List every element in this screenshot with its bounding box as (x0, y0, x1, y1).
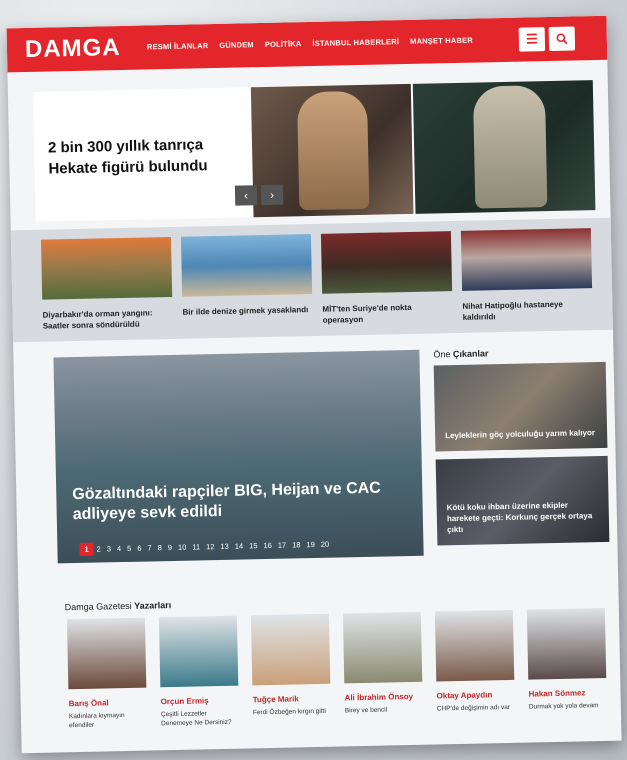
page-number[interactable]: 16 (260, 541, 275, 550)
page-number[interactable]: 10 (175, 543, 190, 552)
section-title-writers: Damga Gazetesi Yazarları (64, 600, 172, 613)
writer-name: Barış Önal (68, 698, 109, 709)
avatar (434, 609, 515, 682)
news-card[interactable]: Diyarbakır'da orman yangını: Saatler son… (40, 236, 173, 332)
slider-pagination: 1 2 3 4 5 6 7 8 9 10 11 12 13 14 15 16 17 18 19 20 (79, 538, 332, 556)
avatar (526, 607, 607, 680)
news-thumbnail (180, 234, 313, 297)
avatar (158, 615, 239, 688)
writer-name: Tuğçe Marik (252, 694, 299, 705)
menu-item-resmi-ilanlar[interactable]: RESMİ İLANLAR (147, 41, 209, 51)
page-number[interactable]: 2 (94, 544, 104, 554)
hamburger-icon: ☰ (525, 31, 538, 47)
section-title-one-cikanlar: Öne Çıkanlar (433, 348, 489, 360)
page-number[interactable]: 17 (275, 541, 290, 550)
news-card[interactable]: Nihat Hatipoğlu hastaneye kaldırıldı (460, 228, 593, 323)
page-number[interactable]: 1 (79, 542, 94, 556)
news-card-title: Nihat Hatipoğlu hastaneye kaldırıldı (462, 299, 563, 322)
prev-slide-button[interactable]: ‹ (234, 185, 258, 206)
next-slide-button[interactable]: › (260, 184, 284, 206)
page-number[interactable]: 3 (104, 544, 114, 553)
site-logo[interactable]: DAMGA (25, 34, 121, 64)
page-number[interactable]: 20 (318, 540, 333, 549)
page-number[interactable]: 7 (144, 543, 154, 552)
chevron-right-icon: › (269, 187, 275, 202)
writer-card[interactable]: Tuğçe Marik Ferdi Özbeğen kırgın gitti (250, 613, 331, 718)
writer-card[interactable]: Oktay Apaydın CHP'de değişimin adı var (434, 609, 515, 714)
news-card[interactable]: MİT'ten Suriye'de nokta operasyon (320, 231, 453, 326)
news-thumbnail (40, 236, 173, 300)
menu-item-istanbul[interactable]: İSTANBUL HABERLERİ (312, 37, 399, 48)
hero-headline[interactable]: 2 bin 300 yıllık tanrıça Hekate figürü b… (48, 134, 239, 180)
search-button[interactable] (548, 26, 576, 52)
news-thumbnail (320, 231, 453, 294)
search-icon (556, 33, 568, 45)
news-thumbnail (460, 228, 593, 291)
page-number[interactable]: 19 (303, 540, 318, 549)
writer-name: Orçun Ermiş (160, 696, 209, 707)
writer-article: CHP'de değişimin adı var (436, 703, 511, 713)
statue-figure (472, 85, 548, 209)
page-number[interactable]: 4 (114, 544, 124, 553)
menu-button[interactable]: ☰ (518, 27, 546, 52)
hero-image-right[interactable] (412, 80, 596, 214)
page-number[interactable]: 13 (217, 542, 232, 551)
avatar (342, 611, 423, 684)
avatar (250, 613, 331, 686)
main-headline-slider[interactable]: Gözaltındaki rapçiler BIG, Heijan ve CAC… (53, 349, 424, 564)
page-printout: DAMGA RESMİ İLANLAR GÜNDEM POLİTİKA İSTA… (6, 15, 622, 754)
writer-card[interactable]: Hakan Sönmez Durmak yok yola devam (526, 607, 607, 712)
page-number[interactable]: 6 (134, 544, 144, 553)
featured-item-title: Kötü koku ihbarı üzerine ekipler hareket… (446, 500, 593, 535)
main-menu: RESMİ İLANLAR GÜNDEM POLİTİKA İSTANBUL H… (147, 36, 473, 52)
page-number[interactable]: 15 (246, 541, 261, 550)
writer-article: Birey ve bencil (344, 706, 388, 715)
main-headline[interactable]: Gözaltındaki rapçiler BIG, Heijan ve CAC… (72, 478, 393, 525)
writer-card[interactable]: Ali İbrahim Önsoy Birey ve bencil (342, 611, 423, 716)
news-card-title: Diyarbakır'da orman yangını: Saatler son… (42, 308, 153, 331)
writer-card[interactable]: Orçun Ermiş Çeşitli Lezzetler Denemeye Ne… (158, 615, 239, 729)
page-number[interactable]: 14 (232, 541, 247, 551)
writer-article: Durmak yok yola devam (528, 702, 599, 711)
writer-card[interactable]: Barış Önal Kadınlara kıymayın efendiler (66, 617, 147, 731)
menu-item-gundem[interactable]: GÜNDEM (219, 40, 254, 50)
news-card-title: MİT'ten Suriye'de nokta operasyon (322, 302, 412, 325)
featured-item-title: Leyleklerin göç yolculuğu yarım kalıyor (445, 428, 596, 441)
page-number[interactable]: 18 (289, 540, 304, 549)
page-number[interactable]: 12 (203, 542, 218, 551)
writer-article: Kadınlara kıymayın efendiler (68, 712, 125, 730)
featured-item[interactable]: Kötü koku ihbarı üzerine ekipler hareket… (435, 455, 610, 546)
news-card[interactable]: Bir ilde denize girmek yasaklandı (180, 234, 313, 318)
menu-item-manset[interactable]: MANŞET HABER (410, 36, 473, 46)
writer-article: Ferdi Özbeğen kırgın gitti (252, 707, 326, 717)
page-number[interactable]: 8 (155, 543, 165, 552)
writer-article: Çeşitli Lezzetler Denemeye Ne Dersiniz? (160, 710, 232, 728)
chevron-left-icon: ‹ (243, 188, 249, 203)
page-number[interactable]: 9 (165, 543, 175, 552)
writer-name: Ali İbrahim Önsoy (344, 691, 414, 703)
page-number[interactable]: 11 (189, 542, 203, 551)
menu-item-politika[interactable]: POLİTİKA (265, 39, 302, 49)
writer-name: Hakan Sönmez (528, 688, 586, 699)
writer-name: Oktay Apaydın (436, 690, 493, 701)
avatar (66, 617, 147, 690)
featured-item[interactable]: Leyleklerin göç yolculuğu yarım kalıyor (433, 361, 608, 452)
statue-figure (296, 90, 370, 211)
page-number[interactable]: 5 (124, 544, 134, 553)
hero-slider[interactable]: 2 bin 300 yıllık tanrıça Hekate figürü b… (32, 80, 596, 222)
